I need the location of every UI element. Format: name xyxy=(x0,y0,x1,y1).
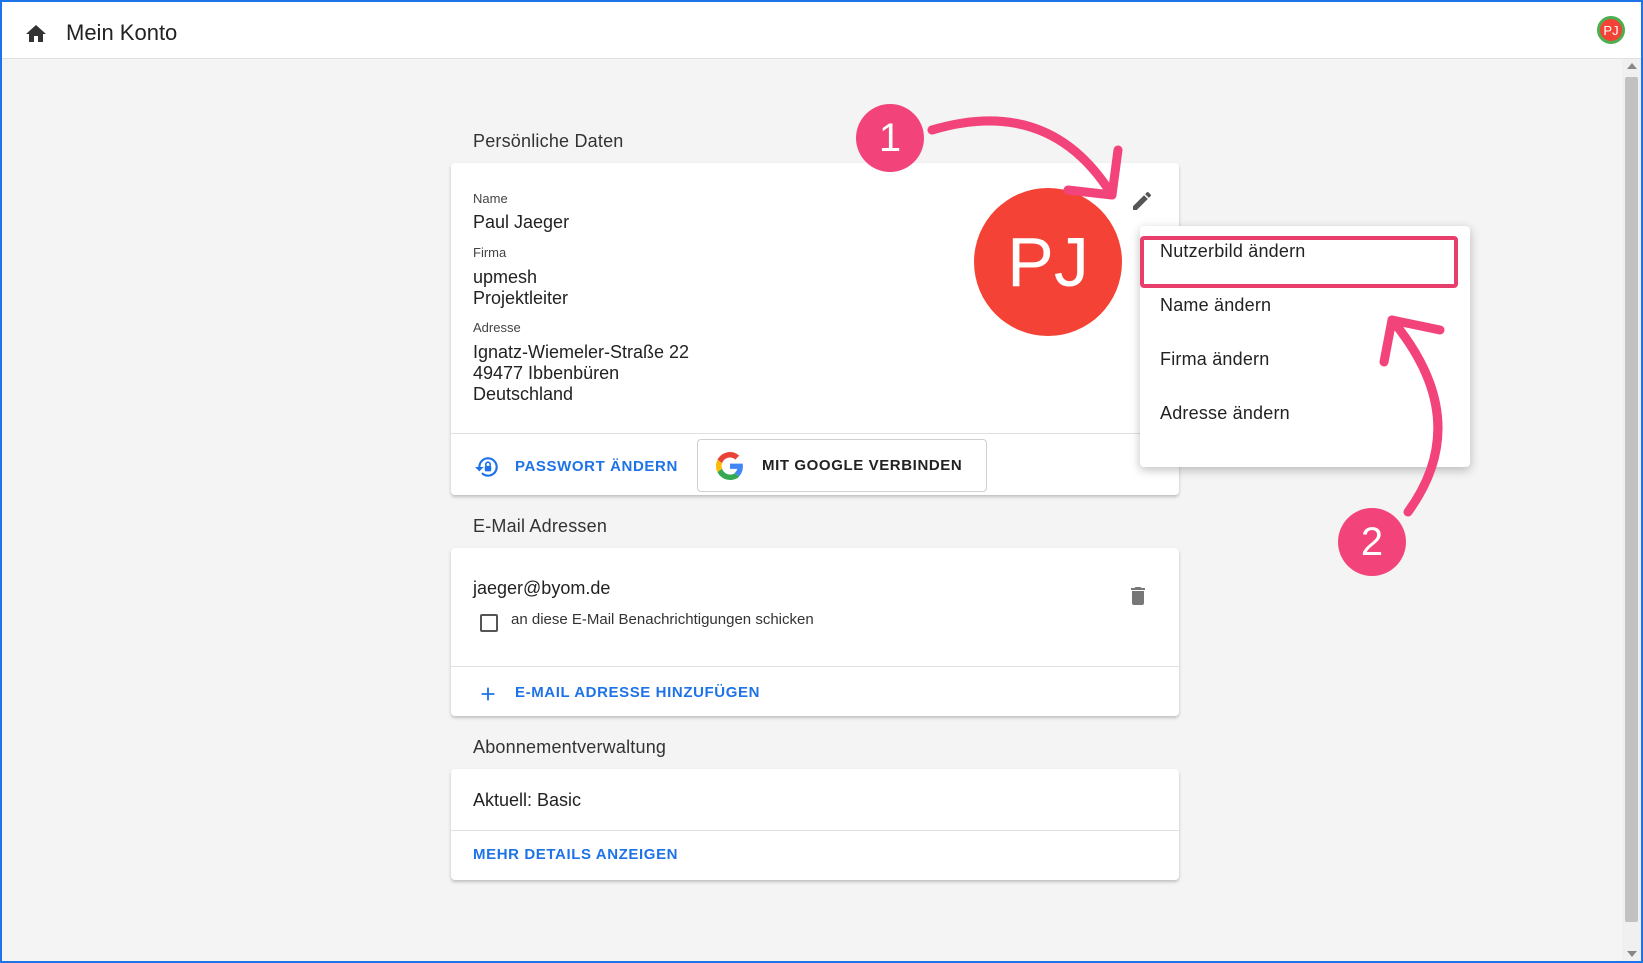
card-divider xyxy=(451,830,1179,831)
company-name: upmesh xyxy=(473,267,538,287)
trash-icon[interactable] xyxy=(1126,584,1150,608)
top-app-bar: Mein Konto PJ xyxy=(2,2,1641,59)
subscription-section-title: Abonnementverwaltung xyxy=(473,737,667,757)
email-address: jaeger@byom.de xyxy=(473,578,611,598)
address-city: 49477 Ibbenbüren xyxy=(473,363,620,383)
company-label: Firma xyxy=(473,245,507,260)
annotation-badge-1: 1 xyxy=(856,104,924,172)
plus-icon xyxy=(481,687,495,701)
page-title: Mein Konto xyxy=(66,20,178,45)
email-section-title: E-Mail Adressen xyxy=(473,516,608,536)
scroll-down-arrow[interactable] xyxy=(1627,951,1637,957)
email-card: jaeger@byom.de an diese E-Mail Benachric… xyxy=(451,548,1179,716)
company-role: Projektleiter xyxy=(473,288,569,308)
profile-avatar[interactable]: PJ xyxy=(974,188,1122,336)
change-password-label: PASSWORT ÄNDERN xyxy=(515,458,678,475)
name-label: Name xyxy=(473,191,508,206)
address-street: Ignatz-Wiemeler-Straße 22 xyxy=(473,342,690,362)
personal-data-card: Name Paul Jaeger Firma upmesh Projektlei… xyxy=(451,163,1179,495)
card-divider xyxy=(451,433,1179,434)
scroll-up-arrow[interactable] xyxy=(1627,63,1637,69)
subscription-card: Aktuell: Basic MEHR DETAILS ANZEIGEN xyxy=(451,769,1179,880)
personal-section-title: Persönliche Daten xyxy=(473,131,624,151)
add-email-label: E-MAIL ADRESSE HINZUFÜGEN xyxy=(515,684,761,701)
annotation-badge-2: 2 xyxy=(1338,508,1406,576)
current-plan: Aktuell: Basic xyxy=(473,790,582,810)
google-icon xyxy=(716,452,743,480)
home-icon[interactable] xyxy=(24,22,48,46)
lock-reset-icon xyxy=(475,457,498,477)
vertical-scrollbar[interactable] xyxy=(1622,59,1641,961)
menu-highlight-box xyxy=(1140,236,1458,288)
menu-item-change-company[interactable]: Firma ändern xyxy=(1160,349,1269,370)
connect-google-label: MIT GOOGLE VERBINDEN xyxy=(762,457,963,474)
address-country: Deutschland xyxy=(473,384,574,404)
menu-item-change-name[interactable]: Name ändern xyxy=(1160,295,1271,316)
scroll-thumb[interactable] xyxy=(1625,77,1638,922)
address-label: Adresse xyxy=(473,320,521,335)
notify-label: an diese E-Mail Benachrichtigungen schic… xyxy=(511,611,814,628)
connect-google-button[interactable]: MIT GOOGLE VERBINDEN xyxy=(697,439,987,492)
change-password-button[interactable]: PASSWORT ÄNDERN xyxy=(473,444,683,488)
more-details-button[interactable]: MEHR DETAILS ANZEIGEN xyxy=(473,846,678,863)
user-avatar[interactable]: PJ xyxy=(1597,16,1625,44)
name-value: Paul Jaeger xyxy=(473,212,570,232)
menu-item-change-address[interactable]: Adresse ändern xyxy=(1160,403,1290,424)
pencil-icon[interactable] xyxy=(1130,189,1154,213)
notify-checkbox[interactable] xyxy=(480,614,498,632)
add-email-button[interactable]: E-MAIL ADRESSE HINZUFÜGEN xyxy=(473,673,773,713)
card-divider xyxy=(451,666,1179,667)
